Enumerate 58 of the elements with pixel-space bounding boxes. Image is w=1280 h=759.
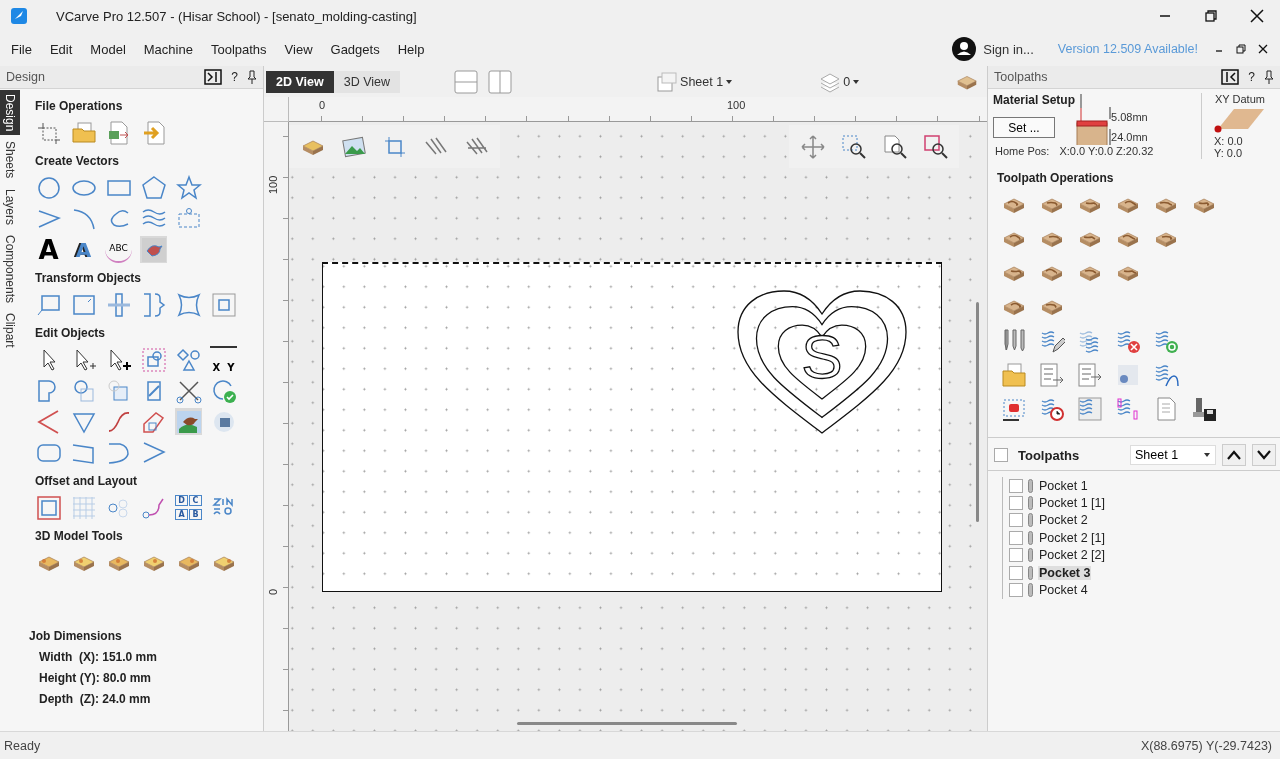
ruler-label: 100 [267,175,279,194]
section-title: Create Vectors [35,154,121,168]
toolpath-item[interactable]: Pocket 4 [1038,583,1089,598]
menu-item[interactable]: View [275,36,322,62]
toolpath-item[interactable]: Pocket 2 [2] [1038,548,1106,563]
menu-item[interactable]: Gadgets [321,36,389,62]
side-tab[interactable]: Sheets [0,137,20,183]
toolpath-item[interactable]: Pocket 2 [1] [1038,530,1106,545]
ruler-label: 0 [319,99,326,111]
toolpath-item[interactable]: Pocket 2 [1038,513,1089,528]
help-button[interactable]: ? [1245,70,1258,84]
list-title: Toolpaths [1018,447,1080,463]
menu-item[interactable]: File [2,36,41,62]
toolpath-item[interactable]: Pocket 1 [1] [1038,496,1106,511]
menu-item[interactable]: Toolpaths [201,36,276,62]
set-button[interactable]: Set ... [993,117,1055,138]
section-title: Transform Objects [35,271,143,285]
thickness-value: 24.0mn [1111,131,1148,143]
dimension-text: Depth (Z): 24.0 mm [39,692,152,706]
help-button[interactable]: ? [228,70,241,84]
clearance-value: 5.08mn [1111,111,1148,123]
status-message: Ready [4,738,41,753]
ruler-label: 100 [727,99,746,111]
layer-selector[interactable]: 0 [817,70,863,93]
view-tab[interactable]: 2D View [266,70,334,93]
cursor-coordinates: X(88.6975) Y(-29.7423) [1140,738,1272,753]
toolpath-item[interactable]: Pocket 1 [1038,478,1089,493]
toolpath-item[interactable]: Pocket 3 [1038,565,1092,580]
home-position-value: X:0.0 Y:0.0 Z:20.32 [1059,145,1154,157]
dimension-text: Width (X): 151.0 mm [39,650,158,664]
sheet-selector[interactable]: Sheet 1 [654,70,736,93]
side-tab[interactable]: Components [0,230,20,307]
ruler-label: 0 [267,588,279,595]
section-title: Offset and Layout [35,474,138,488]
section-title: Edit Objects [35,326,106,340]
section-title: Material Setup [993,93,1076,107]
datum-y: Y: 0.0 [1214,147,1243,159]
section-title: Toolpath Operations [997,171,1115,185]
menu-item[interactable]: Help [388,36,434,62]
panel-title: Toolpaths [994,70,1048,84]
datum-x: X: 0.0 [1214,135,1243,147]
side-tab[interactable]: Design [0,90,20,136]
menu-item[interactable]: Model [81,36,135,62]
window-title: VCarve Pro 12.507 - (Hisar School) - [senato_molding-casting] [56,8,417,24]
datum-title: XY Datum [1215,93,1265,105]
section-title: 3D Model Tools [35,529,124,543]
sheet-dropdown[interactable]: Sheet 1 [1130,445,1216,465]
panel-title: Design [6,70,45,84]
side-tab[interactable]: Layers [0,184,20,229]
menu-item[interactable]: Edit [40,36,82,62]
section-title: Job Dimensions [29,629,123,643]
section-title: File Operations [35,99,124,113]
view-tab[interactable]: 3D View [333,70,401,93]
side-tab[interactable]: Clipart [0,308,20,352]
menu-item[interactable]: Machine [134,36,202,62]
sign-in-link[interactable]: Sign in... [981,41,1036,57]
dimension-text: Height (Y): 80.0 mm [39,671,153,685]
home-position-label: Home Pos: [995,145,1050,157]
